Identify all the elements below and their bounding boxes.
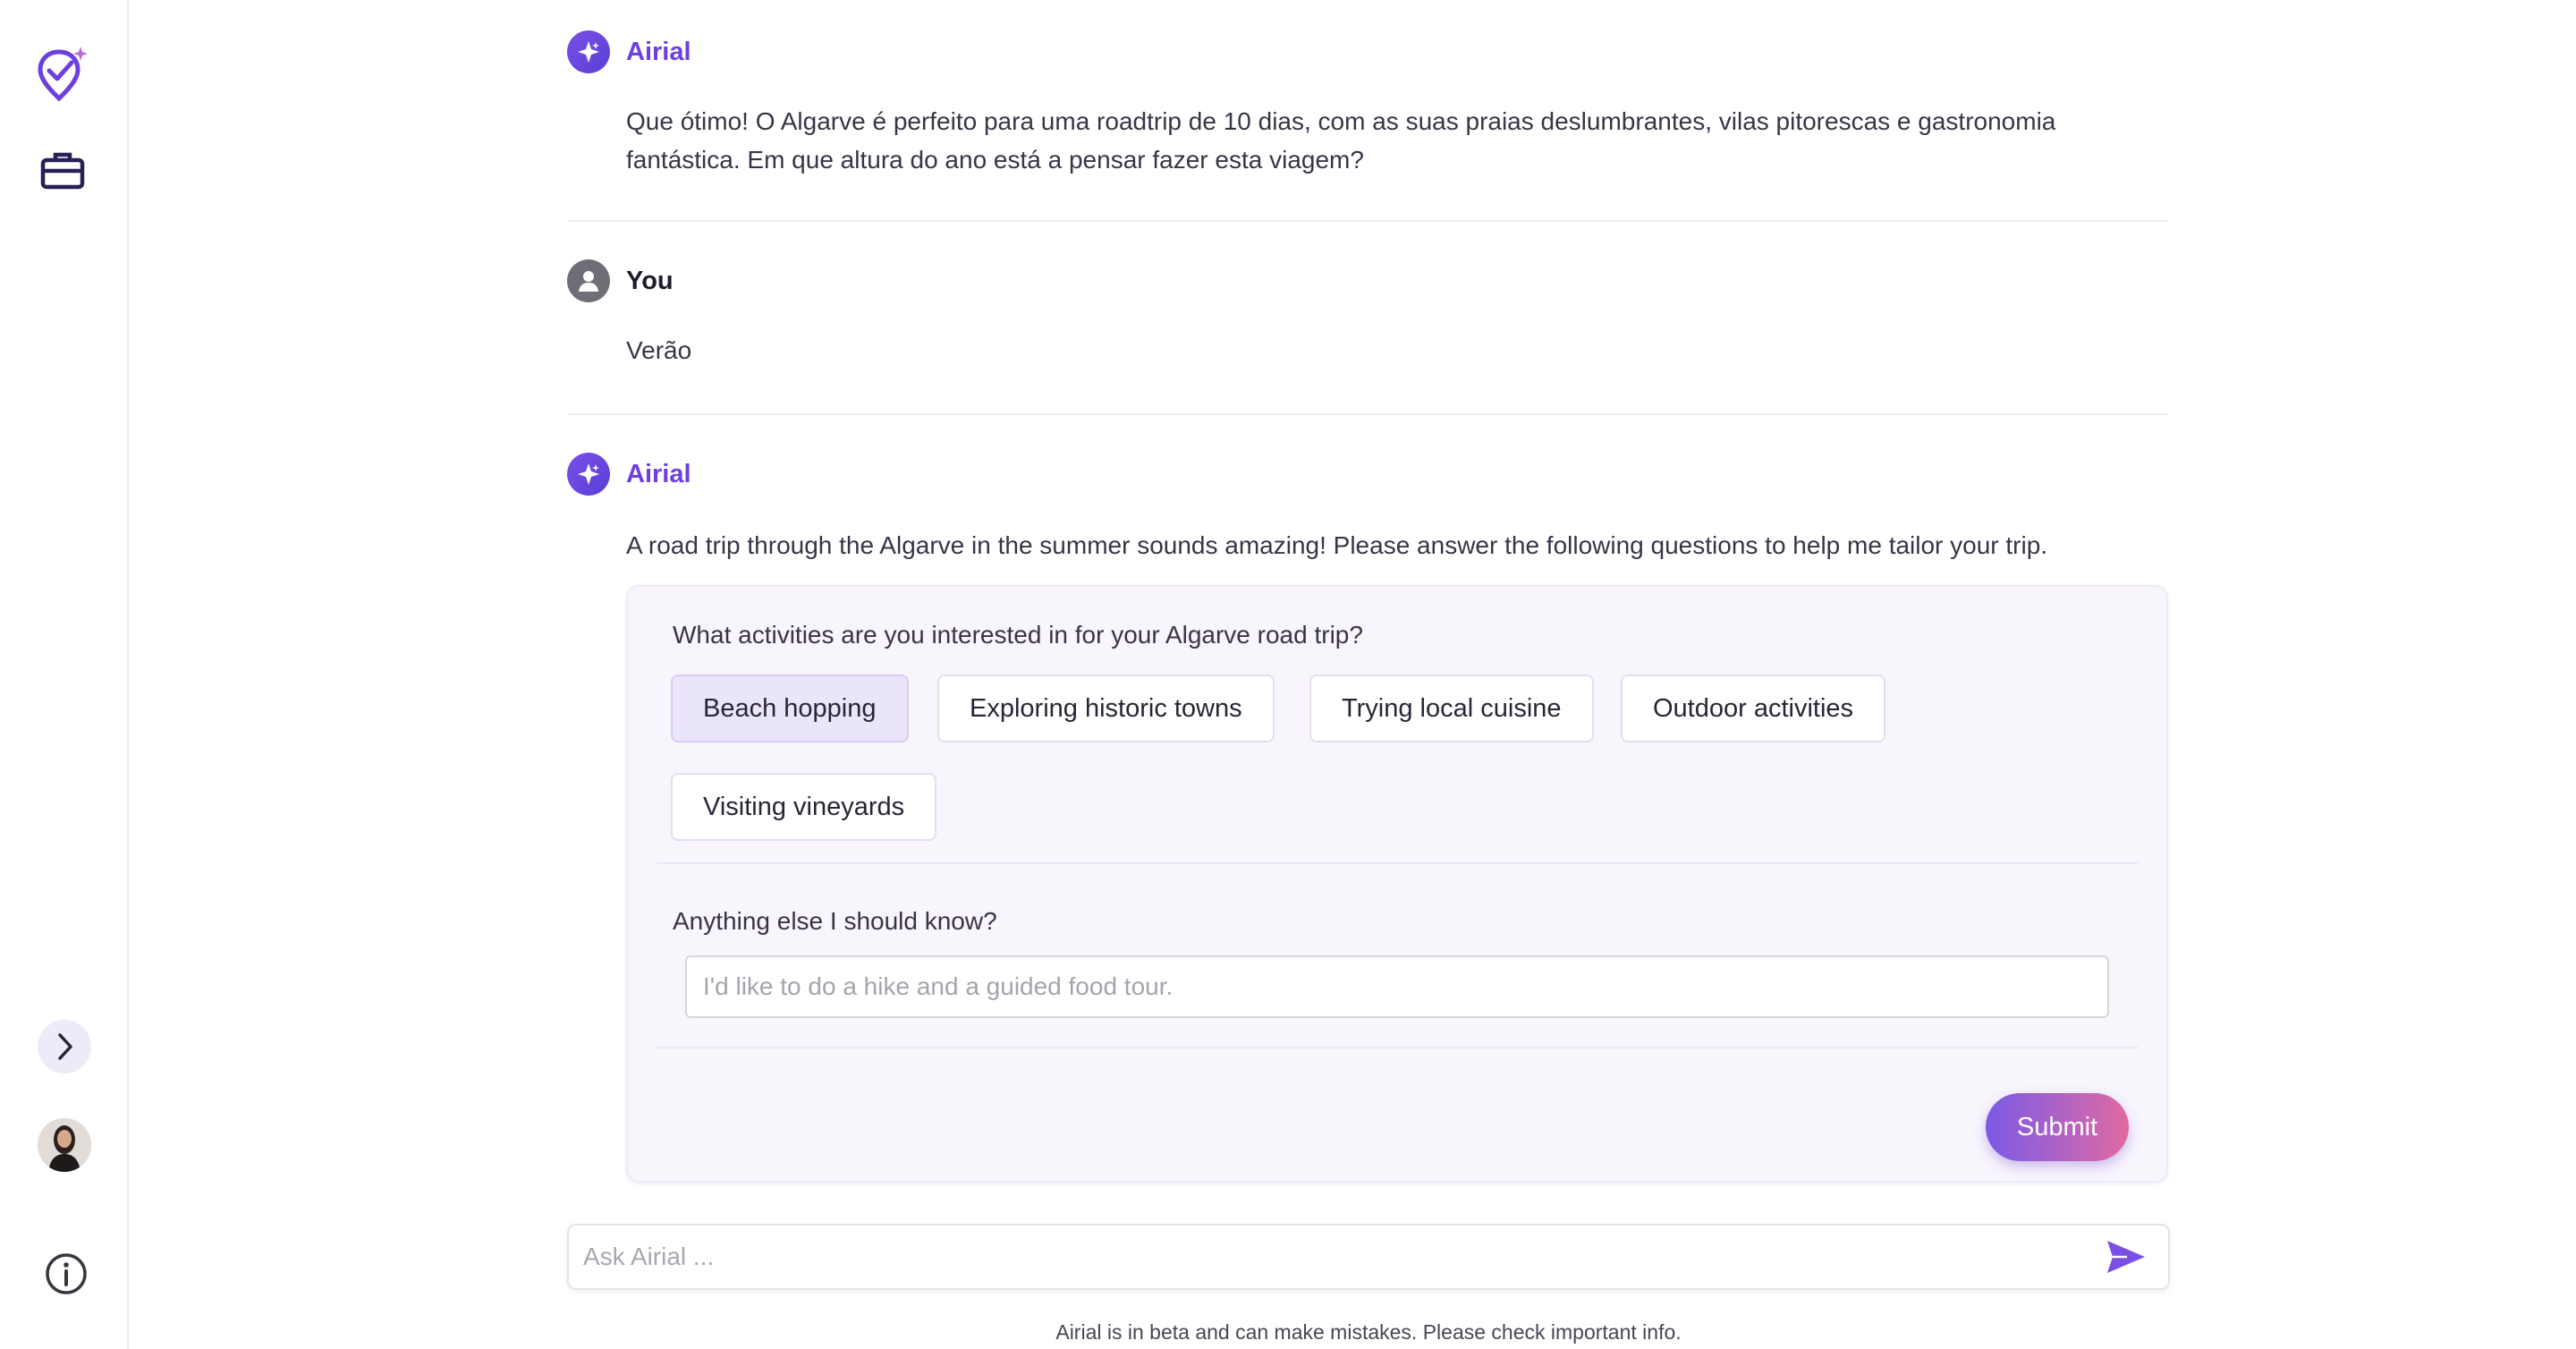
submit-button[interactable]: Submit — [1986, 1093, 2129, 1161]
avatar[interactable] — [38, 1118, 91, 1172]
message-header: You — [567, 259, 674, 302]
send-icon[interactable] — [2104, 1236, 2148, 1277]
option-exploring-historic-towns[interactable]: Exploring historic towns — [937, 674, 1275, 742]
sender-name: Airial — [626, 459, 691, 488]
ask-input[interactable] — [583, 1226, 2086, 1288]
user-icon — [567, 259, 610, 302]
sidebar — [0, 0, 129, 1349]
briefcase-icon[interactable] — [36, 145, 89, 195]
activities-question: What activities are you interested in fo… — [673, 621, 1363, 649]
sender-name: You — [626, 266, 674, 295]
option-outdoor-activities[interactable]: Outdoor activities — [1621, 674, 1886, 742]
sparkle-icon — [567, 453, 610, 496]
option-trying-local-cuisine[interactable]: Trying local cuisine — [1309, 674, 1594, 742]
message-header: Airial — [567, 453, 691, 496]
divider — [657, 862, 2138, 864]
divider — [567, 220, 2168, 222]
extra-question: Anything else I should know? — [673, 907, 997, 935]
divider — [657, 1047, 2138, 1048]
message-text: Verão — [626, 336, 692, 364]
question-form: What activities are you interested in fo… — [626, 585, 2168, 1183]
message-text: A road trip through the Algarve in the s… — [626, 531, 2048, 559]
beta-disclaimer: Airial is in beta and can make mistakes.… — [1055, 1320, 1682, 1344]
extra-info-input[interactable] — [685, 955, 2109, 1018]
message-text: Que ótimo! O Algarve é perfeito para uma… — [626, 107, 2056, 174]
sparkle-icon — [567, 30, 610, 73]
option-beach-hopping[interactable]: Beach hopping — [671, 674, 909, 742]
divider — [567, 413, 2168, 415]
option-visiting-vineyards[interactable]: Visiting vineyards — [671, 773, 937, 841]
sender-name: Airial — [626, 37, 691, 66]
info-icon[interactable] — [39, 1247, 93, 1301]
chevron-right-icon[interactable] — [38, 1020, 91, 1073]
composer — [567, 1224, 2170, 1290]
message-header: Airial — [567, 30, 691, 73]
logo-icon[interactable] — [32, 43, 93, 104]
